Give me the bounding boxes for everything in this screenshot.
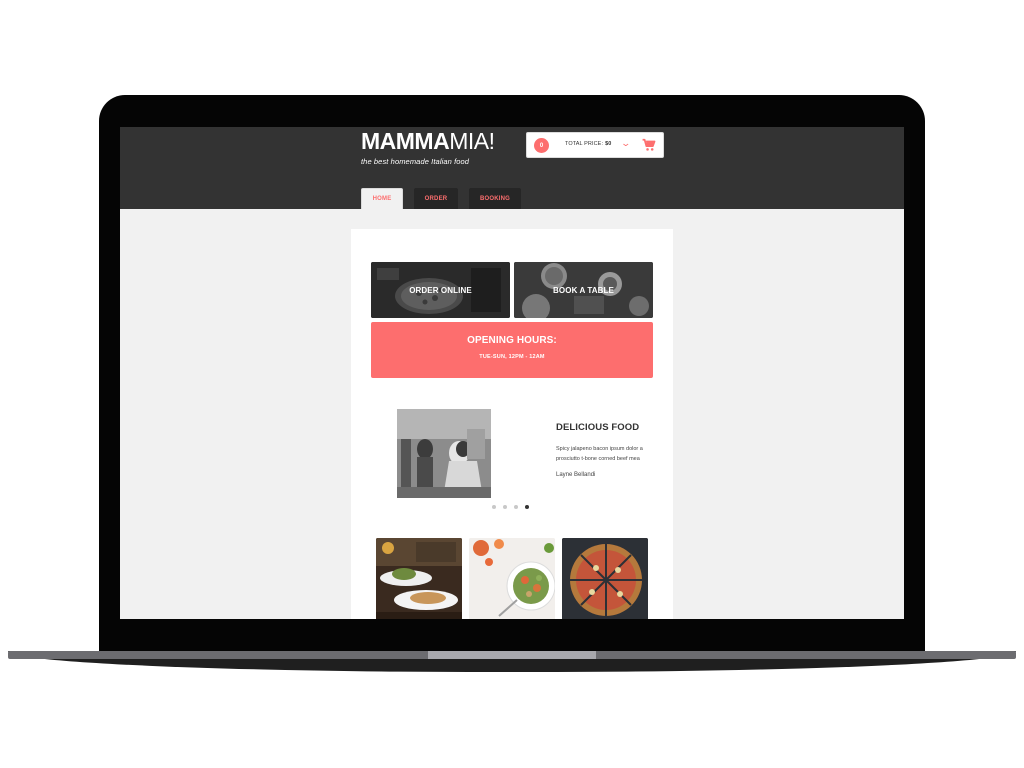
- gallery-image-salad: [469, 538, 555, 619]
- cart-total-price: TOTAL PRICE: $0: [565, 141, 612, 147]
- testimonial-author: Layne Bellandi: [556, 472, 596, 478]
- cart-widget[interactable]: 0 TOTAL PRICE: $0 ⌄: [526, 132, 664, 158]
- main-content-card: ORDER ONLINE BOOK A TABLE OPENING HOURS:…: [351, 229, 673, 619]
- testimonial-text: Spicy jalapeno bacon ipsum dolor a prosc…: [556, 446, 643, 462]
- carousel-dot[interactable]: [503, 505, 507, 509]
- order-online-tile[interactable]: ORDER ONLINE: [371, 262, 510, 318]
- main-nav: HOME ORDER BOOKING: [361, 188, 521, 209]
- cart-icon[interactable]: [642, 138, 656, 152]
- carousel-dot[interactable]: [492, 505, 496, 509]
- gallery-image-restaurant: [376, 538, 462, 619]
- opening-hours-title: OPENING HOURS:: [467, 335, 557, 346]
- laptop-screen: MAMMAMIA! the best homemade Italian food…: [120, 127, 904, 619]
- testimonial-title: DELICIOUS FOOD: [556, 422, 640, 433]
- site-header: MAMMAMIA! the best homemade Italian food…: [120, 127, 904, 209]
- chevron-down-icon[interactable]: ⌄: [620, 138, 631, 149]
- carousel-dots: [492, 505, 529, 509]
- opening-hours-banner: OPENING HOURS: TUE-SUN, 12PM - 12AM: [371, 322, 653, 378]
- tab-booking[interactable]: BOOKING: [469, 188, 521, 209]
- tab-home[interactable]: HOME: [361, 188, 403, 209]
- cart-count-badge: 0: [534, 138, 549, 153]
- gallery-image-pizza: [562, 538, 648, 619]
- order-online-label: ORDER ONLINE: [409, 285, 472, 295]
- opening-hours-time: TUE-SUN, 12PM - 12AM: [479, 354, 545, 360]
- logo[interactable]: MAMMAMIA! the best homemade Italian food: [361, 128, 495, 166]
- book-table-tile[interactable]: BOOK A TABLE: [514, 262, 653, 318]
- logo-wordmark: MAMMAMIA!: [361, 128, 495, 154]
- testimonial-photo: [397, 409, 491, 498]
- laptop-notch: [428, 651, 596, 659]
- logo-tagline: the best homemade Italian food: [361, 157, 470, 166]
- book-table-label: BOOK A TABLE: [553, 285, 614, 295]
- carousel-dot[interactable]: [514, 505, 518, 509]
- tab-order[interactable]: ORDER: [414, 188, 458, 209]
- carousel-dot-active[interactable]: [525, 505, 529, 509]
